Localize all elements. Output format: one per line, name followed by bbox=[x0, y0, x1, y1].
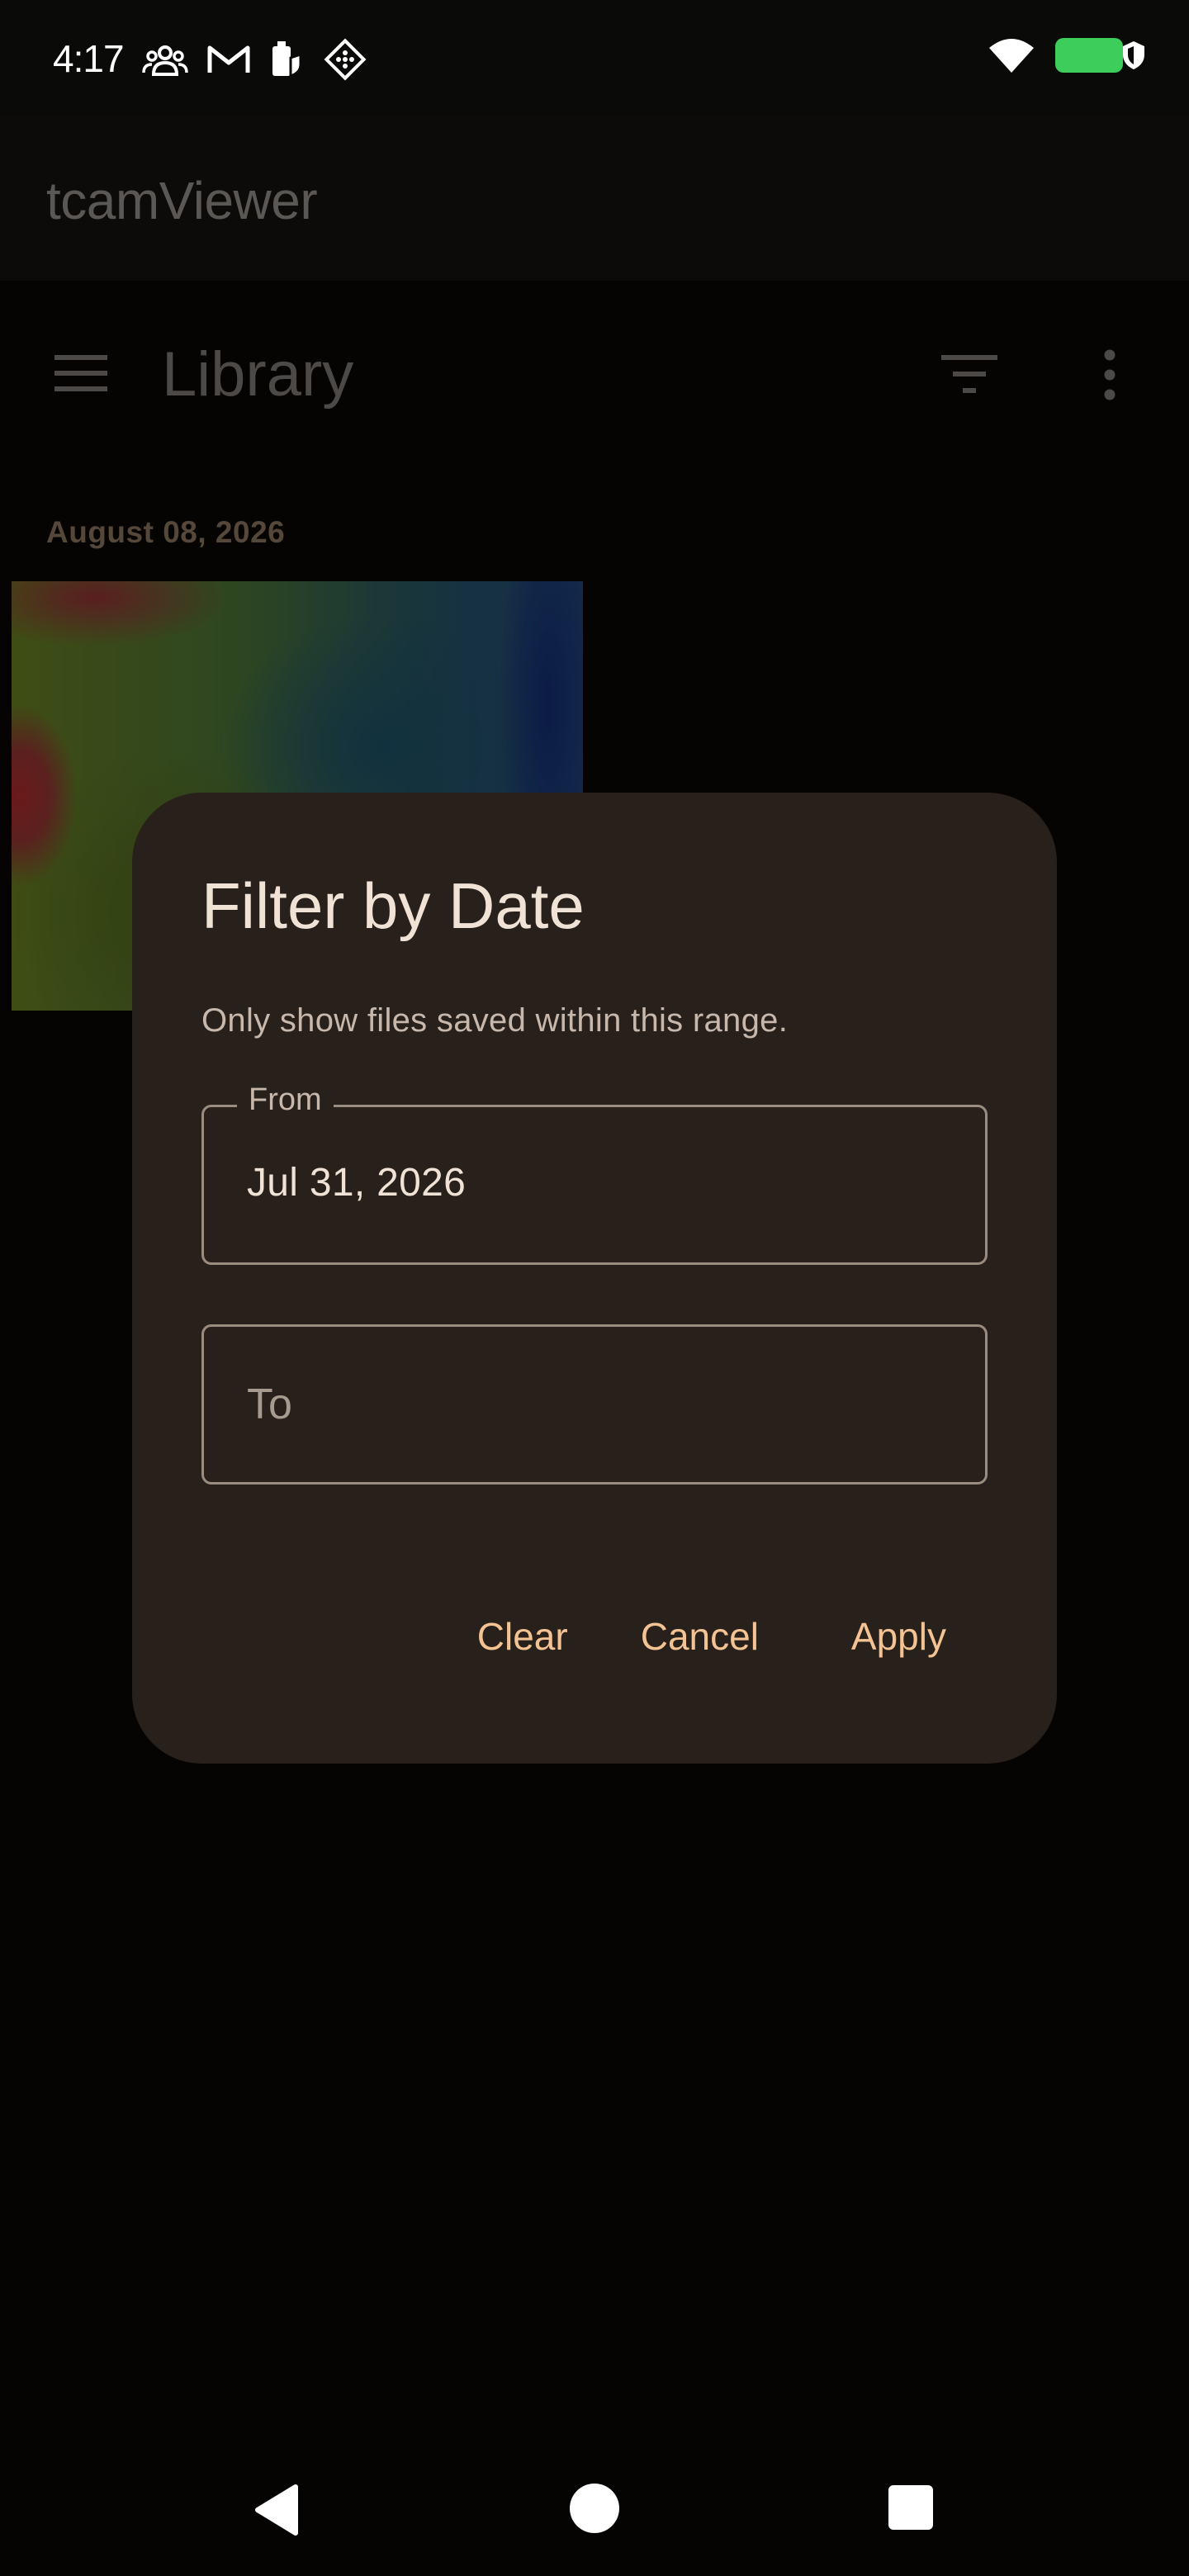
people-icon bbox=[142, 45, 188, 76]
status-bar: 4:17 bbox=[0, 0, 1189, 116]
toolbar-title: Library bbox=[162, 339, 354, 410]
recents-icon[interactable] bbox=[888, 2485, 933, 2530]
from-date-field[interactable]: From Jul 31, 2026 bbox=[201, 1082, 988, 1265]
back-icon[interactable] bbox=[253, 2484, 299, 2536]
status-time: 4:17 bbox=[53, 37, 125, 80]
menu-icon[interactable] bbox=[54, 353, 107, 393]
filter-icon[interactable] bbox=[941, 353, 997, 396]
battery-icon bbox=[1055, 38, 1123, 73]
app-title: tcamViewer bbox=[46, 171, 318, 230]
battery-saver-icon bbox=[272, 41, 302, 78]
home-icon[interactable] bbox=[570, 2484, 619, 2533]
system-nav-bar bbox=[0, 2444, 1189, 2576]
dialog-subtitle: Only show files saved within this range. bbox=[201, 1002, 789, 1039]
app-bar: tcamViewer bbox=[0, 116, 1189, 281]
library-toolbar: Library bbox=[0, 281, 1189, 471]
from-field-label: From bbox=[237, 1082, 334, 1118]
more-vert-icon[interactable] bbox=[1100, 348, 1120, 401]
app-icon bbox=[324, 38, 367, 81]
to-date-field[interactable]: To bbox=[201, 1324, 988, 1485]
clear-button[interactable]: Clear bbox=[441, 1597, 604, 1676]
apply-button[interactable]: Apply bbox=[815, 1597, 983, 1676]
dialog-title: Filter by Date bbox=[201, 869, 585, 942]
screen: 4:17 tcamViewer Library August 08, 2026 … bbox=[0, 0, 1189, 2576]
to-field-placeholder: To bbox=[247, 1380, 292, 1428]
filter-by-date-dialog: Filter by Date Only show files saved wit… bbox=[132, 793, 1057, 1764]
cancel-button[interactable]: Cancel bbox=[604, 1597, 795, 1676]
dialog-actions: Clear Cancel Apply bbox=[441, 1597, 983, 1676]
status-icons-left bbox=[142, 38, 367, 81]
gmail-icon bbox=[207, 45, 250, 73]
status-icons-right bbox=[988, 36, 1146, 74]
shield-icon bbox=[1123, 41, 1144, 69]
date-header: August 08, 2026 bbox=[46, 515, 286, 549]
from-field-value: Jul 31, 2026 bbox=[247, 1161, 467, 1205]
wifi-icon bbox=[989, 39, 1034, 73]
